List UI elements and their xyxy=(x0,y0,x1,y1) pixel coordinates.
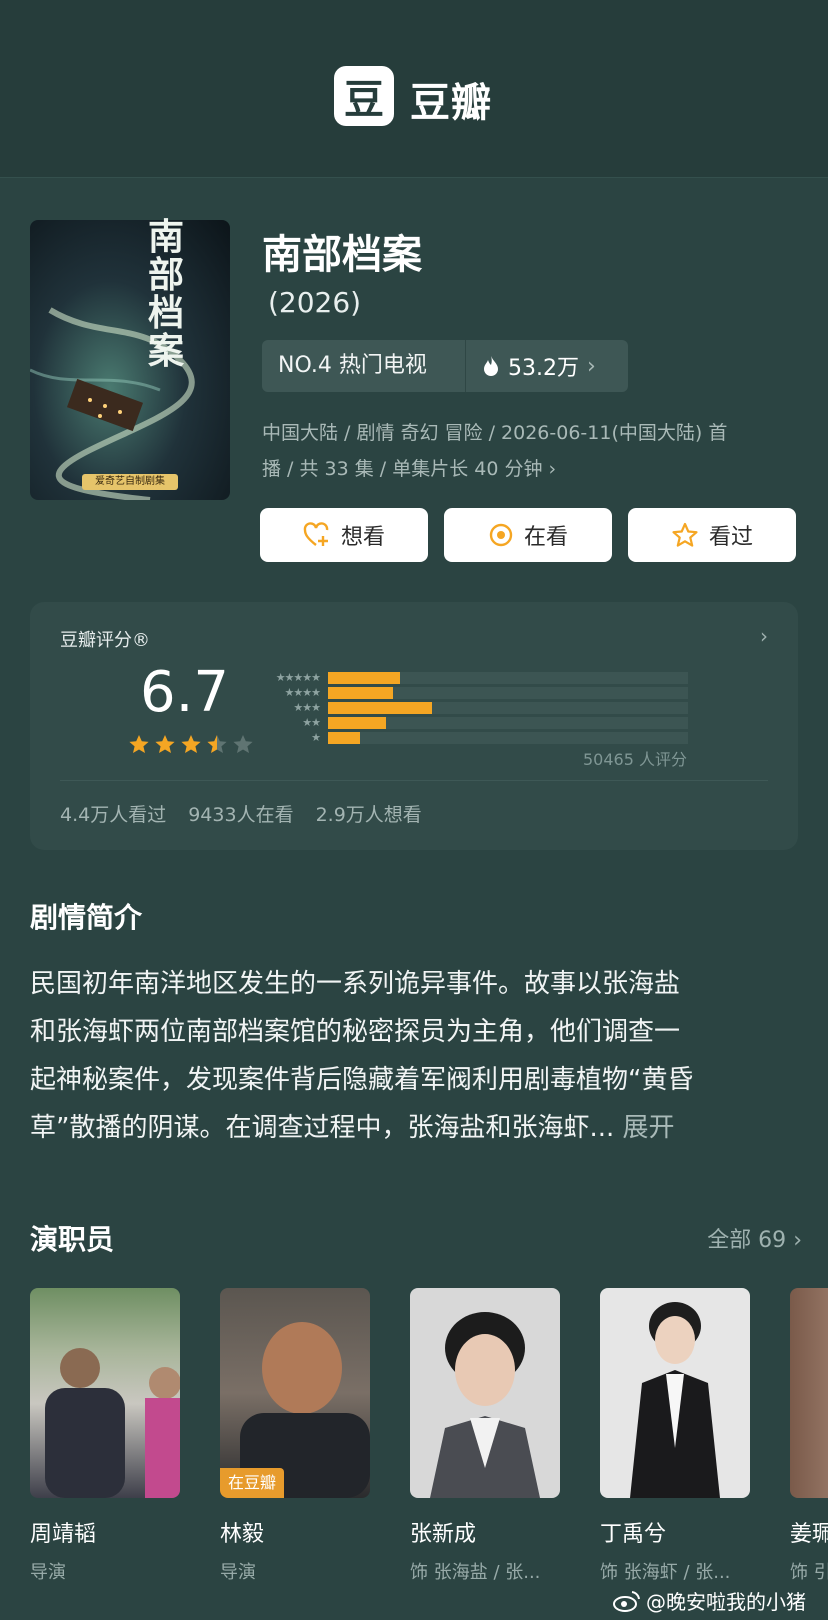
rating-score: 6.7 xyxy=(140,660,230,725)
app-header: 豆 豆瓣 xyxy=(0,0,828,178)
show-year: (2026) xyxy=(268,286,362,319)
expand-link[interactable]: 展开 xyxy=(623,1113,675,1143)
poster-title: 南部档案 xyxy=(148,216,185,372)
weibo-watermark: @晚安啦我的小猪 xyxy=(612,1586,806,1615)
hot-count-value: 53.2万 xyxy=(508,356,579,381)
cast-role: 导演 xyxy=(30,1562,66,1583)
rating-bar-row: ★★★★★ xyxy=(252,672,692,684)
poster-badge: 爱奇艺自制剧集 xyxy=(82,474,178,490)
bar-star-label: ★★★★ xyxy=(284,686,321,699)
want-button[interactable]: 想看 xyxy=(260,508,428,562)
bar-star-label: ★ xyxy=(311,731,321,744)
cast-photo xyxy=(30,1288,180,1498)
cast-role: 饰 张海虾 / 张... xyxy=(600,1562,731,1583)
bar-star-label: ★★★★★ xyxy=(275,671,321,684)
rating-bar-row: ★★★ xyxy=(252,702,692,714)
want-label: 想看 xyxy=(340,525,385,550)
cast-name: 林毅 xyxy=(220,1522,265,1547)
rank-label[interactable]: NO.4 热门电视 xyxy=(262,340,466,392)
target-icon xyxy=(489,523,513,547)
cast-card[interactable]: 张新成 饰 张海盐 / 张... xyxy=(410,1288,560,1584)
cast-role: 饰 张海盐 / 张... xyxy=(410,1562,541,1583)
cast-role: 饰 引 xyxy=(790,1562,828,1583)
rating-star-icon xyxy=(207,735,227,753)
chevron-right-icon: › xyxy=(587,353,596,379)
cast-card[interactable]: 姜珮 饰 引 xyxy=(790,1288,828,1584)
rating-count: 50465 人评分 xyxy=(583,750,687,769)
divider xyxy=(60,780,768,781)
watched-button[interactable]: 看过 xyxy=(628,508,796,562)
bar-track xyxy=(328,687,688,699)
show-title: 南部档案 xyxy=(262,232,422,278)
rating-bar xyxy=(328,672,400,684)
rating-star-icon xyxy=(181,735,201,753)
cast-name: 姜珮 xyxy=(790,1522,828,1547)
cast-name: 周靖韬 xyxy=(30,1522,97,1547)
douban-logo-icon: 豆 xyxy=(334,66,394,126)
synopsis-title: 剧情简介 xyxy=(30,901,143,934)
chevron-right-icon: › xyxy=(760,624,768,648)
cast-photo xyxy=(600,1288,750,1498)
synopsis-line: 民国初年南洋地区发生的一系列诡异事件。故事以张海盐 xyxy=(30,969,681,999)
on-douban-tag: 在豆瓣 xyxy=(220,1468,285,1498)
watching-label: 在看 xyxy=(523,525,568,550)
heart-plus-icon xyxy=(303,522,329,546)
chevron-right-icon: › xyxy=(548,458,557,480)
meta-line-1: 中国大陆 / 剧情 奇幻 冒险 / 2026-06-11(中国大陆) 首 xyxy=(262,422,728,444)
bar-track xyxy=(328,702,688,714)
app-name: 豆瓣 xyxy=(410,80,492,126)
bar-star-label: ★★★ xyxy=(293,701,321,714)
cast-photo xyxy=(790,1288,828,1498)
star-icon xyxy=(672,522,698,547)
score-stars xyxy=(128,734,258,756)
synopsis-line: 和张海虾两位南部档案馆的秘密探员为主角，他们调查一 xyxy=(30,1017,681,1047)
watching-count: 9433人在看 xyxy=(188,804,294,826)
cast-all-link[interactable]: 全部 69 › xyxy=(707,1222,802,1254)
hot-count[interactable]: 53.2万 › xyxy=(466,350,596,382)
synopsis-line: 起神秘案件，发现案件背后隐藏着军阀利用剧毒植物“黄昏 xyxy=(30,1065,694,1095)
want-count: 2.9万人想看 xyxy=(315,804,422,826)
cast-role: 导演 xyxy=(220,1562,256,1583)
watched-count: 4.4万人看过 xyxy=(60,804,167,826)
rating-stats: 4.4万人看过 9433人在看 2.9万人想看 xyxy=(60,800,422,827)
rank-box[interactable]: NO.4 热门电视 53.2万 › xyxy=(262,340,628,392)
cast-title: 演职员 xyxy=(30,1223,115,1256)
rating-bar-row: ★ xyxy=(252,732,692,744)
chevron-right-icon: › xyxy=(793,1228,802,1253)
show-meta[interactable]: 中国大陆 / 剧情 奇幻 冒险 / 2026-06-11(中国大陆) 首 播 /… xyxy=(262,415,802,487)
weibo-icon xyxy=(613,1590,640,1612)
rating-star-icon xyxy=(155,735,175,753)
synopsis-line: 草”散播的阴谋。在调查过程中，张海盐和张海虾... 展开 xyxy=(30,1113,675,1143)
cast-name: 张新成 xyxy=(410,1522,477,1547)
cast-card[interactable]: 周靖韬 导演 xyxy=(30,1288,180,1584)
meta-line-2: 播 / 共 33 集 / 单集片长 40 分钟 › xyxy=(262,458,557,480)
rating-bar-row: ★★★★ xyxy=(252,687,692,699)
cast-name: 丁禹兮 xyxy=(600,1522,667,1547)
rating-bar xyxy=(328,702,433,714)
rating-star-icon xyxy=(129,735,149,753)
cast-photo: 在豆瓣 xyxy=(220,1288,370,1498)
bar-track xyxy=(328,717,688,729)
rating-bar xyxy=(328,717,386,729)
rating-title: 豆瓣评分® xyxy=(60,630,150,651)
cast-photo xyxy=(410,1288,560,1498)
bar-track xyxy=(328,672,688,684)
synopsis-text[interactable]: 民国初年南洋地区发生的一系列诡异事件。故事以张海盐 和张海虾两位南部档案馆的秘密… xyxy=(30,960,800,1152)
rating-bar xyxy=(328,732,361,744)
flame-icon xyxy=(484,356,498,376)
rating-bar xyxy=(328,687,393,699)
rating-bar-row: ★★ xyxy=(252,717,692,729)
watched-label: 看过 xyxy=(708,525,753,550)
watching-button[interactable]: 在看 xyxy=(444,508,612,562)
bar-track xyxy=(328,732,688,744)
cast-card[interactable]: 丁禹兮 饰 张海虾 / 张... xyxy=(600,1288,750,1584)
cast-card[interactable]: 在豆瓣 林毅 导演 xyxy=(220,1288,370,1584)
bar-star-label: ★★ xyxy=(302,716,321,729)
rating-card[interactable]: 豆瓣评分® › 6.7 ★★★★★ ★★★★ ★★★ ★★ ★ 50465 人评分 4.… xyxy=(30,602,798,850)
